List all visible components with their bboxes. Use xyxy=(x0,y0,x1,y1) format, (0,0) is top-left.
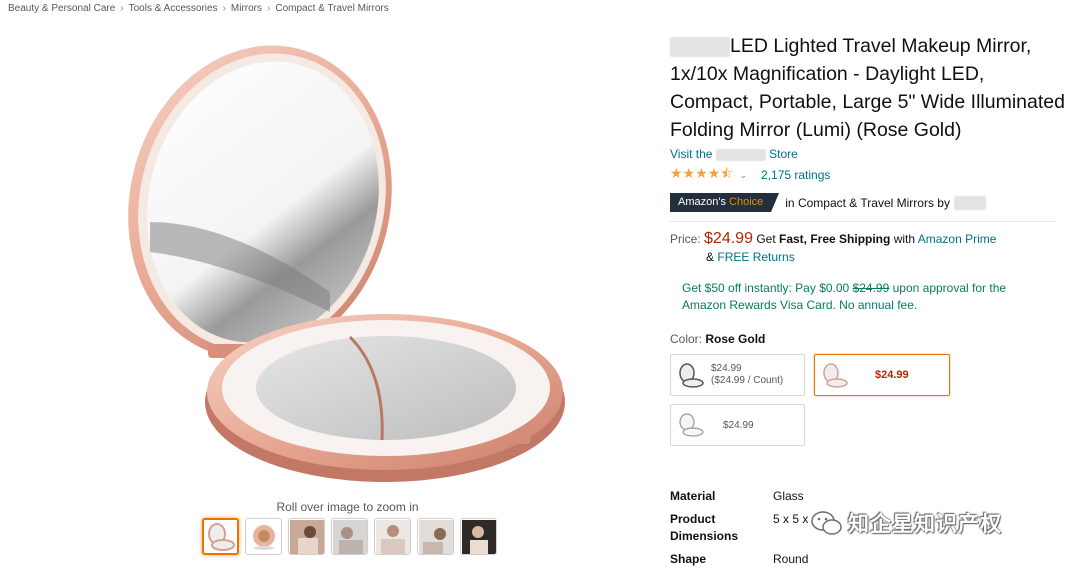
swatch-option-1[interactable]: $24.99 ($24.99 / Count) xyxy=(670,354,805,396)
breadcrumb-separator: › xyxy=(120,3,124,14)
thumbnail-1[interactable] xyxy=(202,518,239,555)
lifestyle-photo-icon xyxy=(289,519,324,554)
store-link-suffix: Store xyxy=(769,147,798,161)
zoom-hint: Roll over image to zoom in xyxy=(276,500,419,514)
lifestyle-photo-icon xyxy=(332,519,367,554)
returns-ampersand: & xyxy=(706,250,715,264)
mirror-open-icon xyxy=(207,522,235,551)
spec-row: Material Glass xyxy=(670,488,808,505)
breadcrumb-separator: › xyxy=(222,3,226,14)
store-name-redacted xyxy=(715,148,766,161)
lifestyle-photo-icon xyxy=(375,519,410,554)
breadcrumb-mirrors[interactable]: Mirrors xyxy=(231,3,262,14)
lifestyle-photo-icon xyxy=(461,519,496,554)
swatch-1-unit-price: ($24.99 / Count) xyxy=(711,375,784,386)
price-line: Price: $24.99 Get Fast, Free Shipping wi… xyxy=(670,230,1065,248)
swatch-option-3[interactable]: $24.99 xyxy=(670,404,805,446)
brand-redacted xyxy=(670,36,730,57)
free-returns-link[interactable]: FREE Returns xyxy=(717,250,794,264)
star-rating-icon[interactable]: ★★★★⯪ xyxy=(670,163,733,187)
watermark: 知企星知识产权 xyxy=(810,508,1002,538)
spec-row: Product Dimensions 5 x 5 x xyxy=(670,511,808,545)
thumbnail-6[interactable] xyxy=(417,518,454,555)
chevron-down-icon[interactable]: ⌄ xyxy=(739,170,747,181)
offer-strike-price: $24.99 xyxy=(852,281,890,295)
color-label: Color: xyxy=(670,332,703,346)
swatch-2-price: $24.99 xyxy=(875,369,909,381)
price-block: Price: $24.99 Get Fast, Free Shipping wi… xyxy=(670,230,1065,266)
color-value: Rose Gold xyxy=(705,332,766,346)
choice-category-text: in Compact & Travel Mirrors by xyxy=(785,195,950,210)
badge-main-text: Amazon's xyxy=(678,196,726,208)
rating-row: ★★★★⯪ ⌄ 2,175 ratings xyxy=(670,163,1065,187)
color-selector-label: Color: Rose Gold xyxy=(670,332,1065,346)
main-product-image[interactable] xyxy=(110,32,580,492)
shipping-get: Get xyxy=(756,232,776,246)
watermark-text: 知企星知识产权 xyxy=(848,513,1002,536)
shipping-fast-free: Fast, Free Shipping xyxy=(779,232,891,246)
offer-text-1: Get $50 off instantly: Pay $0.00 xyxy=(682,281,850,295)
shipping-with: with xyxy=(893,232,916,246)
spec-value: Round xyxy=(773,552,809,566)
store-link-prefix: Visit the xyxy=(670,147,713,161)
color-swatches: $24.99 ($24.99 / Count) $24.99 $24.99 xyxy=(670,354,1065,454)
breadcrumb-beauty[interactable]: Beauty & Personal Care xyxy=(8,3,115,14)
price-label: Price: xyxy=(670,232,701,246)
swatch-option-2[interactable]: $24.99 xyxy=(814,354,950,396)
mirror-swatch-icon xyxy=(671,362,711,388)
mirror-swatch-icon xyxy=(671,412,711,438)
product-details: LED Lighted Travel Makeup Mirror, 1x/10x… xyxy=(670,32,1065,454)
breadcrumb-compact-travel-mirrors[interactable]: Compact & Travel Mirrors xyxy=(275,3,388,14)
breadcrumb-tools[interactable]: Tools & Accessories xyxy=(129,3,218,14)
product-specs: Material Glass Product Dimensions 5 x 5 … xyxy=(670,488,808,572)
thumbnail-5[interactable] xyxy=(374,518,411,555)
swatch-3-price: $24.99 xyxy=(723,419,754,431)
thumbnail-7[interactable] xyxy=(460,518,497,555)
breadcrumb: Beauty & Personal Care › Tools & Accesso… xyxy=(8,3,389,14)
returns-line: & FREE Returns xyxy=(670,248,1065,266)
wechat-logo-icon xyxy=(811,511,842,535)
thumbnail-2[interactable] xyxy=(245,518,282,555)
swatch-1-price: $24.99 xyxy=(711,363,742,374)
spec-value: Glass xyxy=(773,489,804,503)
mirror-closed-icon xyxy=(252,524,275,550)
thumbnail-4[interactable] xyxy=(331,518,368,555)
compact-mirror-image xyxy=(128,45,565,482)
seller-redacted xyxy=(953,195,986,210)
amazons-choice-row: Amazon's Choice in Compact & Travel Mirr… xyxy=(670,193,1065,212)
lifestyle-photo-icon xyxy=(418,519,453,554)
product-title: LED Lighted Travel Makeup Mirror, 1x/10x… xyxy=(670,32,1065,144)
mirror-swatch-icon xyxy=(815,362,855,388)
spec-row: Shape Round xyxy=(670,551,808,568)
thumbnail-strip xyxy=(202,518,497,555)
spec-key: Product Dimensions xyxy=(670,512,739,543)
ratings-count-link[interactable]: 2,175 ratings xyxy=(761,168,830,182)
breadcrumb-separator: › xyxy=(267,3,271,14)
amazons-choice-badge[interactable]: Amazon's Choice xyxy=(670,193,780,212)
price-value: $24.99 xyxy=(704,230,753,247)
badge-accent-text: Choice xyxy=(729,196,764,208)
divider xyxy=(670,221,1055,222)
thumbnail-3[interactable] xyxy=(288,518,325,555)
spec-value: 5 x 5 x xyxy=(773,512,809,526)
credit-card-offer[interactable]: Get $50 off instantly: Pay $0.00 $24.99 … xyxy=(682,280,1052,314)
store-link[interactable]: Visit the Store xyxy=(670,147,1065,161)
amazon-prime-link[interactable]: Amazon Prime xyxy=(918,232,997,246)
spec-key: Material xyxy=(670,489,716,503)
spec-key: Shape xyxy=(670,552,707,566)
